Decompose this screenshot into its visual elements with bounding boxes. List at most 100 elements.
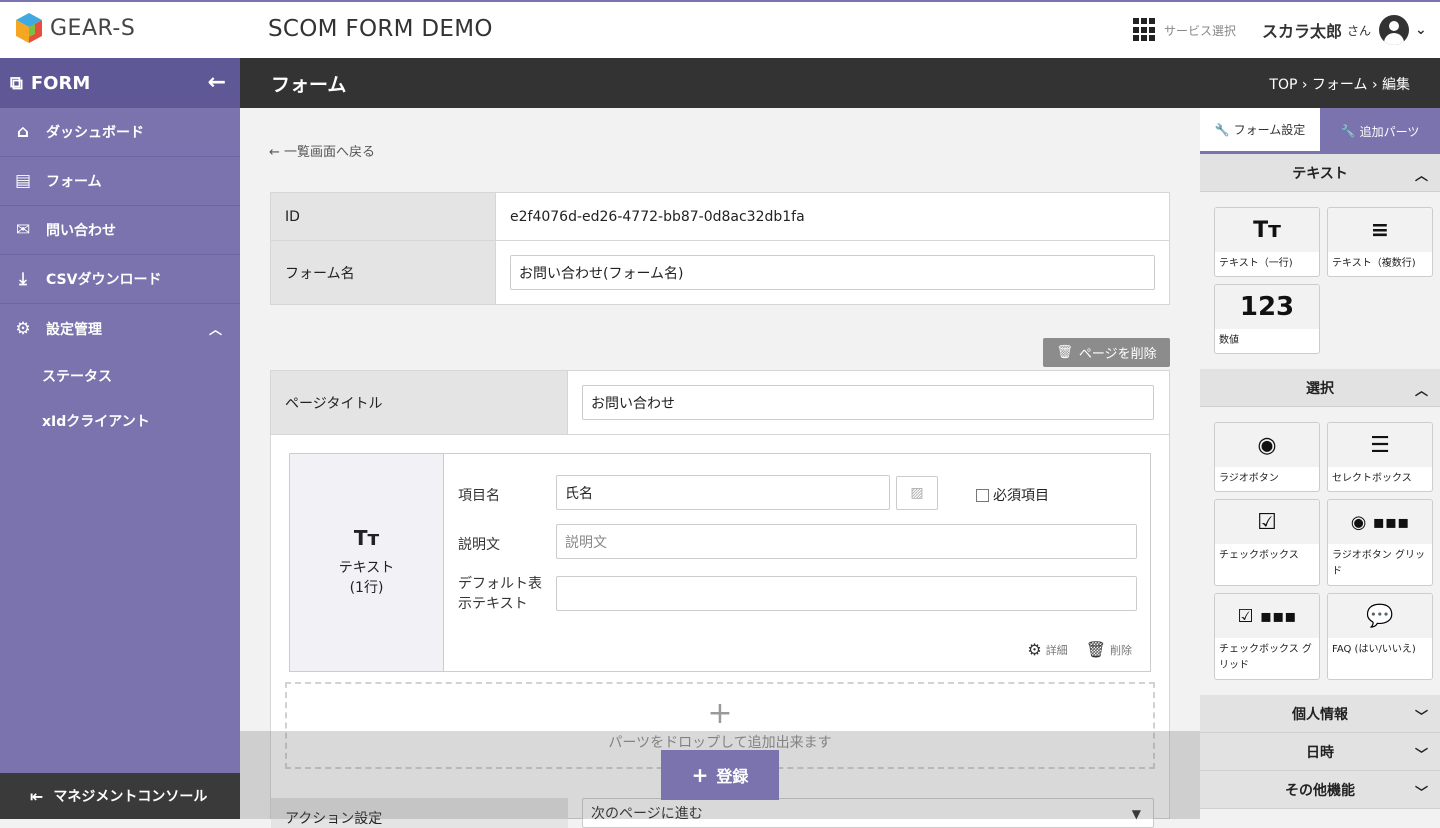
chevron-down-icon: ﹀ xyxy=(1414,786,1428,801)
sidebar-subitem-xid-client[interactable]: xIdクライアント xyxy=(0,398,240,443)
form-info-table: ID e2f4076d-ed26-4772-bb87-0d8ac32db1fa … xyxy=(270,192,1170,305)
management-console-label: マネジメントコンソール xyxy=(53,789,208,805)
section-datetime-header[interactable]: 日時 ﹀ xyxy=(1200,733,1440,771)
delete-link[interactable]: 削除 xyxy=(1110,642,1132,658)
id-row: ID e2f4076d-ed26-4772-bb87-0d8ac32db1fa xyxy=(271,193,1169,241)
wrench-icon: 🔧 xyxy=(1340,124,1356,138)
default-text-label: デフォルト表 示テキスト xyxy=(458,574,542,614)
service-select[interactable]: サービス選択 xyxy=(1133,18,1236,42)
part-number[interactable]: 123 数値 xyxy=(1214,284,1320,354)
gear-icon[interactable]: ⚙ xyxy=(1027,640,1041,659)
part-label: 数値 xyxy=(1219,335,1239,346)
home-icon: ⌂ xyxy=(16,122,30,142)
form-app-icon: ⧉ xyxy=(10,72,23,94)
tab-add-parts-label: 追加パーツ xyxy=(1359,124,1420,139)
part-faq[interactable]: 💬 FAQ (はい/いいえ) xyxy=(1327,593,1433,680)
save-button[interactable]: + 登録 xyxy=(661,750,779,800)
chevron-up-icon: ︿ xyxy=(1414,384,1428,399)
user-menu[interactable]: スカラ太郎 さん ⌄ xyxy=(1262,15,1427,45)
required-label: 必須項目 xyxy=(993,488,1049,504)
delete-page-button[interactable]: 🗑 ページを削除 xyxy=(1043,338,1170,367)
top-bar: GEAR-S SCOM FORM DEMO サービス選択 スカラ太郎 さん ⌄ xyxy=(0,0,1440,58)
part-radio-grid[interactable]: ◉ ▪▪▪ ラジオボタン グリッド xyxy=(1327,499,1433,586)
part-checkbox-grid[interactable]: ☑ ▪▪▪ チェックボックス グリッド xyxy=(1214,593,1320,680)
sidebar-item-csv-download[interactable]: ⤓ CSVダウンロード xyxy=(0,255,240,304)
sidebar-item-inquiry[interactable]: ✉ 問い合わせ xyxy=(0,206,240,255)
sidebar-item-label: CSVダウンロード xyxy=(46,272,162,288)
user-name: スカラ太郎 xyxy=(1262,22,1343,41)
section-datetime-title: 日時 xyxy=(1306,744,1334,761)
cube-logo-icon xyxy=(16,13,42,43)
main-content: ← 一覧画面へ戻る ID e2f4076d-ed26-4772-bb87-0d8… xyxy=(240,108,1200,828)
document-icon: ▤ xyxy=(14,171,32,191)
breadcrumb[interactable]: TOP › フォーム › 編集 xyxy=(1269,74,1410,94)
wrench-icon: 🔧 xyxy=(1214,122,1230,137)
required-checkbox[interactable]: 必須項目 xyxy=(976,485,1049,505)
form-name-input[interactable]: お問い合わせ(フォーム名) xyxy=(510,255,1155,290)
part-type-panel: Tт テキスト (1行) xyxy=(290,454,444,671)
default-text-label-line1: デフォルト表 xyxy=(458,576,542,592)
part-select-box[interactable]: ☰ セレクトボックス xyxy=(1327,422,1433,492)
section-text-header[interactable]: テキスト ︿ xyxy=(1200,154,1440,192)
part-actions: ⚙ 詳細 🗑 削除 xyxy=(1009,640,1132,659)
list-icon: ☰ xyxy=(1328,423,1432,467)
trash-icon[interactable]: 🗑 xyxy=(1086,640,1106,659)
section-other-title: その他機能 xyxy=(1285,782,1355,799)
default-text-input[interactable] xyxy=(556,576,1137,611)
item-name-input[interactable]: 氏名 xyxy=(556,475,890,510)
part-label: ラジオボタン グリッド xyxy=(1332,550,1425,577)
gear-s-logo[interactable]: GEAR-S xyxy=(14,12,135,44)
envelope-icon: ✉ xyxy=(15,220,31,240)
page-header: フォーム TOP › フォーム › 編集 xyxy=(240,58,1440,108)
chevron-up-icon: ︿ xyxy=(1414,169,1428,184)
detail-link[interactable]: 詳細 xyxy=(1046,642,1068,658)
section-personal-header[interactable]: 個人情報 ﹀ xyxy=(1200,695,1440,733)
checkbox-icon xyxy=(976,488,989,502)
part-radio[interactable]: ◉ ラジオボタン xyxy=(1214,422,1320,492)
text-type-icon: Tт xyxy=(353,526,380,550)
tab-add-parts[interactable]: 🔧 追加パーツ xyxy=(1320,108,1440,154)
brand-name: GEAR-S xyxy=(50,15,136,41)
exit-arrow-icon: ⇤ xyxy=(30,786,44,806)
text-single-icon: Tт xyxy=(1215,208,1319,252)
text-parts-grid: Tт テキスト（一行) ≡ テキスト（複数行) 123 数値 xyxy=(1200,192,1440,369)
sidebar-title: FORM xyxy=(30,72,91,94)
chevron-up-icon: ︿ xyxy=(208,323,222,338)
tab-form-settings-label: フォーム設定 xyxy=(1233,123,1306,137)
sidebar-header: ⧉ FORM ← xyxy=(0,58,240,108)
sidebar-item-dashboard[interactable]: ⌂ ダッシュボード xyxy=(0,108,240,157)
sidebar-item-label: 設定管理 xyxy=(46,321,102,338)
download-icon: ⤓ xyxy=(19,269,27,289)
sidebar-item-settings[interactable]: ⚙ 設定管理 ︿ xyxy=(0,304,240,353)
back-to-list-link[interactable]: ← 一覧画面へ戻る xyxy=(269,141,375,160)
part-type-sub: (1行) xyxy=(349,580,384,596)
part-label: ラジオボタン xyxy=(1219,473,1279,484)
radio-grid-icon: ◉ ▪▪▪ xyxy=(1328,500,1432,544)
image-icon[interactable]: ▨ xyxy=(896,476,938,510)
part-checkbox[interactable]: ☑ チェックボックス xyxy=(1214,499,1320,586)
page-title-input[interactable]: お問い合わせ xyxy=(582,385,1154,420)
text-single-line-part[interactable]: Tт テキスト (1行) 項目名 氏名 ▨ 必須項目 説明文 説明文 デフォルト表… xyxy=(289,453,1151,672)
part-label: テキスト（一行) xyxy=(1219,258,1293,269)
select-parts-grid: ◉ ラジオボタン ☰ セレクトボックス ☑ チェックボックス ◉ ▪▪▪ ラジオボタン … xyxy=(1200,407,1440,695)
collapse-arrow-icon[interactable]: ← xyxy=(208,70,226,95)
sidebar: ⧉ FORM ← ⌂ ダッシュボード ▤ フォーム ✉ 問い合わせ ⤓ CSVダ… xyxy=(0,58,240,819)
section-text-title: テキスト xyxy=(1292,165,1348,182)
sidebar-item-label: フォーム xyxy=(46,174,102,190)
parts-panel: 🔧 フォーム設定 🔧 追加パーツ テキスト ︿ Tт テキスト（一行) ≡ テキスト（複数… xyxy=(1200,108,1440,819)
section-select-title: 選択 xyxy=(1306,380,1334,397)
section-other-header[interactable]: その他機能 ﹀ xyxy=(1200,771,1440,809)
part-label: チェックボックス グリッド xyxy=(1219,644,1312,671)
section-select-header[interactable]: 選択 ︿ xyxy=(1200,369,1440,407)
page-title: フォーム xyxy=(271,74,347,96)
part-label: セレクトボックス xyxy=(1332,473,1412,484)
page-title-row: ページタイトル お問い合わせ xyxy=(271,371,1169,435)
tab-form-settings[interactable]: 🔧 フォーム設定 xyxy=(1200,108,1320,154)
sidebar-subitem-status[interactable]: ステータス xyxy=(0,353,240,398)
management-console-button[interactable]: ⇤ マネジメントコンソール xyxy=(0,773,240,819)
sidebar-item-form[interactable]: ▤ フォーム xyxy=(0,157,240,206)
part-label: テキスト（複数行) xyxy=(1332,258,1416,269)
part-text-multi[interactable]: ≡ テキスト（複数行) xyxy=(1327,207,1433,277)
part-text-single[interactable]: Tт テキスト（一行) xyxy=(1214,207,1320,277)
description-input[interactable]: 説明文 xyxy=(556,524,1137,559)
